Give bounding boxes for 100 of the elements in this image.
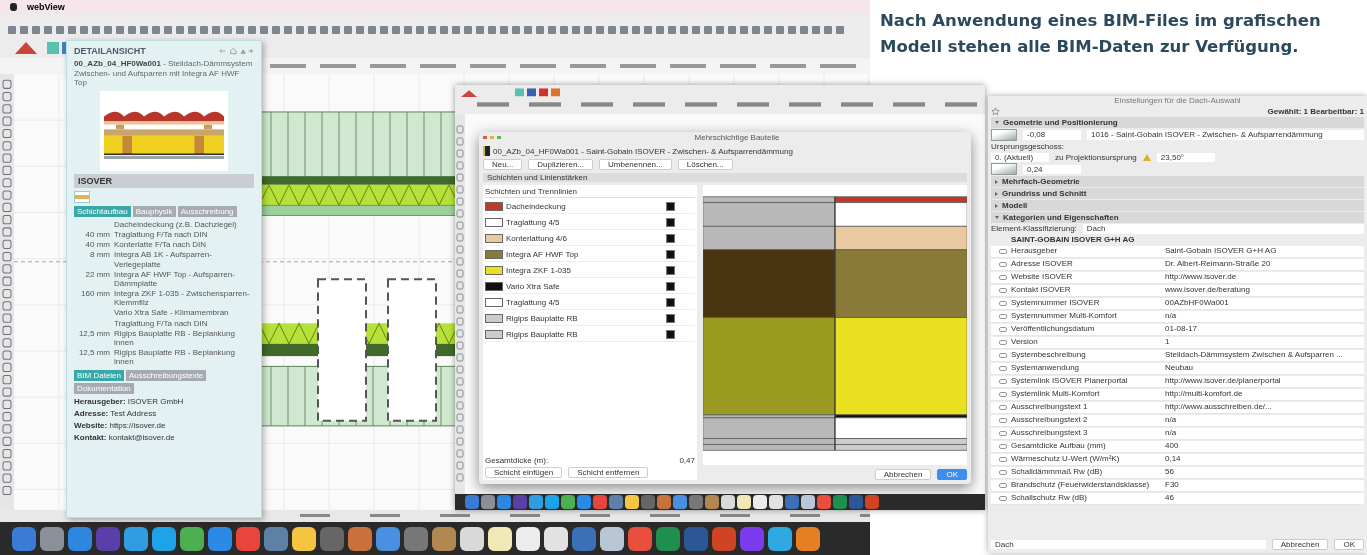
- navigation-icons[interactable]: [218, 47, 254, 55]
- property-value[interactable]: Steildach-Dämmsystem Zwischen & Aufsparren ...: [1165, 350, 1343, 360]
- property-name: Gesamtdicke Aufbau (mm): [1011, 441, 1107, 451]
- app-icon[interactable]: [625, 495, 639, 510]
- layer-name: Rigips Bauplatte RB - Beplankung innen: [114, 328, 236, 348]
- property-value[interactable]: 0,14: [1165, 454, 1181, 464]
- layer-name: Traglattung F/Ta nach DIN: [114, 229, 208, 240]
- ok-button[interactable]: OK: [1334, 539, 1364, 550]
- publisher-detail: Adresse: Test Address: [74, 408, 158, 418]
- section-header[interactable]: Geometrie und Positionierung: [991, 117, 1364, 129]
- dialog-button[interactable]: Löschen...: [677, 159, 733, 171]
- section-header[interactable]: Kategorien und Eigenschaften: [991, 212, 1364, 224]
- disclosure-icon[interactable]: [995, 216, 999, 220]
- app-icon[interactable]: [545, 495, 559, 510]
- app-icon[interactable]: [753, 495, 767, 510]
- app-icon[interactable]: [796, 526, 820, 551]
- classification-field[interactable]: Dach: [1082, 224, 1364, 234]
- toolbar-drawing[interactable]: [455, 85, 985, 115]
- tool-palette[interactable]: [455, 114, 465, 495]
- app-icon[interactable]: [460, 526, 484, 551]
- tool-palette[interactable]: [0, 74, 14, 510]
- app-icon[interactable]: [124, 526, 148, 551]
- dialog-button[interactable]: Schicht entfernen: [568, 467, 649, 479]
- apple-icon[interactable]: [10, 3, 17, 11]
- disclosure-icon[interactable]: [995, 203, 998, 208]
- layer-name[interactable]: Konterlattung 4/6: [506, 233, 663, 244]
- dialog-button[interactable]: Duplizieren...: [528, 159, 594, 171]
- field-label: Ursprungsgeschoss:: [991, 142, 1064, 152]
- property-value[interactable]: 46: [1165, 493, 1174, 503]
- layer-name[interactable]: Rigips Bauplatte RB: [506, 329, 663, 340]
- property-name: Systemnummer ISOVER: [1011, 298, 1101, 308]
- property-value[interactable]: 56: [1165, 467, 1174, 477]
- window-controls-icon[interactable]: [483, 135, 503, 141]
- property-value[interactable]: 00AZbHF0Wa001: [1165, 298, 1229, 308]
- story-field[interactable]: 0. (Aktuell): [991, 152, 1049, 163]
- disclosure-icon[interactable]: [995, 121, 999, 125]
- property-value[interactable]: www.isover.de/beratung: [1165, 285, 1250, 295]
- app-icon[interactable]: [769, 495, 783, 510]
- dialog-button[interactable]: Schicht einfügen: [485, 467, 563, 479]
- app-icon[interactable]: [516, 526, 540, 551]
- app-icon[interactable]: [488, 526, 512, 551]
- property-value[interactable]: 400: [1165, 441, 1179, 451]
- app-icon[interactable]: [561, 495, 575, 510]
- layer-name[interactable]: Traglattung 4/5: [506, 217, 663, 228]
- property-name: Wärmeschutz U-Wert (W/m²K): [1011, 454, 1121, 464]
- dialog-button[interactable]: Neu...: [483, 159, 523, 171]
- height-field[interactable]: -0,08: [1023, 130, 1081, 140]
- app-icon[interactable]: [292, 526, 316, 551]
- layer-name[interactable]: Vario Xtra Safe: [506, 281, 663, 292]
- property-value[interactable]: n/a: [1165, 415, 1177, 425]
- disclosure-icon[interactable]: [995, 179, 998, 184]
- section-title: Modell: [1002, 201, 1028, 211]
- layer-name: Vario Xtra Safe - Klimamembran: [114, 308, 229, 318]
- layer-name[interactable]: Traglattung 4/5: [506, 297, 663, 308]
- property-value[interactable]: http://www.ausschreiben.de/...: [1165, 402, 1272, 412]
- selection-info: Gewählt: 1 Bearbeitbar: 1: [1267, 106, 1364, 117]
- layer-name[interactable]: Integra ZKF 1-035: [506, 265, 663, 276]
- layer-field[interactable]: Dach: [991, 539, 1266, 550]
- property-value[interactable]: Dr. Albert-Reimann-Straße 20: [1165, 259, 1271, 269]
- layer-name[interactable]: Integra AF HWF Top: [506, 249, 663, 260]
- property-value[interactable]: n/a: [1165, 311, 1177, 321]
- app-icon[interactable]: [721, 495, 735, 510]
- section-header[interactable]: Schichten und Linienstärken: [483, 173, 967, 183]
- property-name: Version: [1011, 337, 1039, 347]
- app-icon[interactable]: [768, 526, 792, 551]
- layer-thickness: 160 mm: [81, 289, 110, 299]
- star-icon[interactable]: [991, 106, 1000, 116]
- property-value[interactable]: 1: [1165, 337, 1170, 347]
- app-icon[interactable]: [152, 526, 176, 551]
- disclosure-icon[interactable]: [995, 191, 998, 196]
- property-group[interactable]: SAINT-GOBAIN ISOVER G+H AG: [991, 234, 1364, 245]
- section-header[interactable]: Modell: [991, 200, 1364, 212]
- property-value[interactable]: http://www.isover.de/planerportal: [1165, 376, 1281, 386]
- property-value[interactable]: n/a: [1165, 428, 1177, 438]
- property-value[interactable]: http://www.isover.de: [1165, 272, 1237, 282]
- app-icon[interactable]: [544, 526, 568, 551]
- product-thumbnail[interactable]: [74, 190, 90, 203]
- cancel-button[interactable]: Abbrechen: [874, 469, 932, 481]
- property-value[interactable]: 01-08-17: [1165, 324, 1198, 334]
- layer-name[interactable]: Rigips Bauplatte RB: [506, 313, 663, 324]
- app-icon[interactable]: [737, 495, 751, 510]
- app-icon[interactable]: [801, 495, 815, 510]
- property-value[interactable]: F30: [1165, 480, 1179, 490]
- section-header[interactable]: Grundriss und Schnitt: [991, 188, 1364, 200]
- layer-name[interactable]: Dacheindeckung: [506, 201, 663, 212]
- app-icon[interactable]: [180, 526, 204, 551]
- angle-field[interactable]: 23,50°: [1156, 152, 1215, 163]
- property-name: Ausschreibungstext 1: [1011, 402, 1089, 412]
- layer-thickness: 12,5 mm: [78, 348, 110, 358]
- property-value[interactable]: Neubau: [1165, 363, 1194, 373]
- composite-field[interactable]: 1016 - Saint-Gobain ISOVER - Zwischen- & Aufsparrendämmung: [1087, 130, 1364, 140]
- dialog-button[interactable]: Umbenennen...: [599, 159, 672, 171]
- app-name[interactable]: webView: [27, 2, 65, 12]
- property-value[interactable]: Saint-Gobain ISOVER G+H AG: [1165, 246, 1277, 256]
- thickness-field[interactable]: 0,24: [1023, 164, 1081, 175]
- property-value[interactable]: http://multi-komfort.de: [1165, 389, 1243, 399]
- cancel-button[interactable]: Abbrechen: [1271, 539, 1329, 550]
- app-icon[interactable]: [600, 526, 624, 551]
- section-title: Geometrie und Positionierung: [1003, 117, 1118, 128]
- section-header[interactable]: Mehrfach-Geometrie: [991, 176, 1364, 188]
